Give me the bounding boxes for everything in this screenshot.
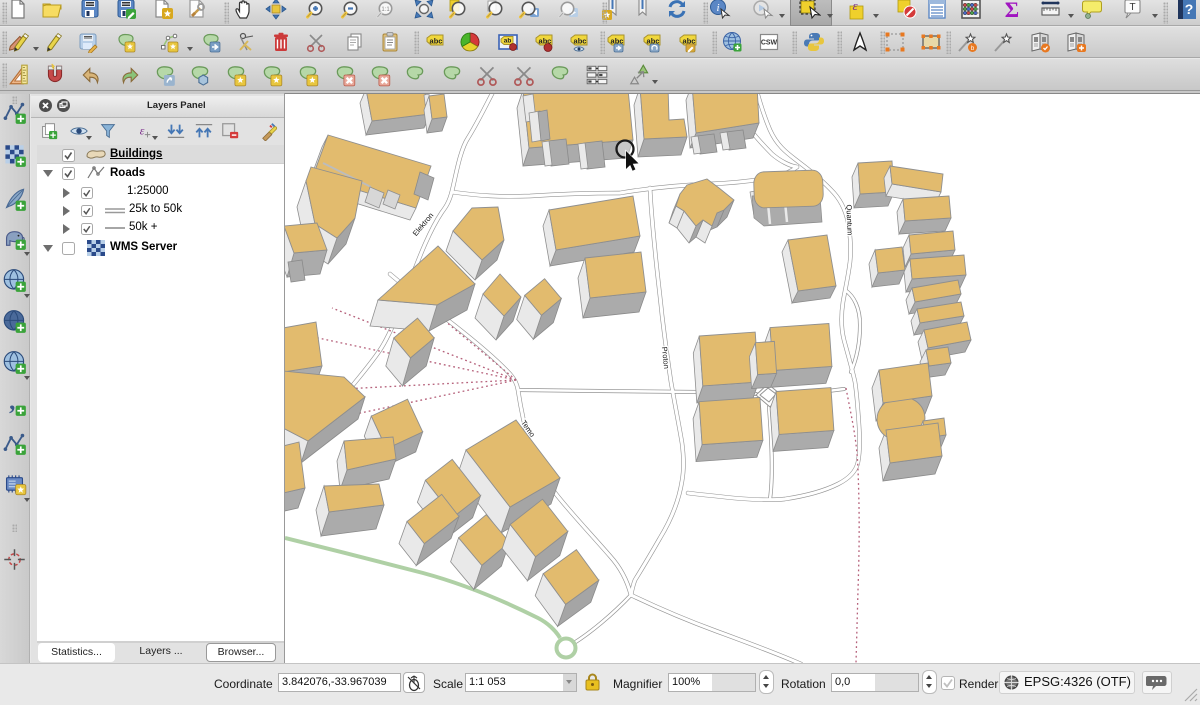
svg-text:abc: abc	[430, 37, 443, 46]
svg-text:i: i	[716, 2, 719, 14]
svg-text:ε: ε	[140, 124, 145, 138]
svg-text:T: T	[1129, 2, 1135, 13]
svg-text:1:1: 1:1	[381, 7, 390, 13]
svg-text:CSW: CSW	[761, 40, 778, 47]
svg-text:Σ: Σ	[1005, 0, 1019, 20]
svg-text:abc: abc	[574, 37, 587, 46]
svg-text:Quantum: Quantum	[844, 204, 854, 235]
svg-text:ε: ε	[852, 0, 858, 13]
svg-text:,: ,	[9, 392, 15, 415]
svg-text:?: ?	[1185, 1, 1194, 17]
svg-text:ab: ab	[504, 38, 512, 45]
